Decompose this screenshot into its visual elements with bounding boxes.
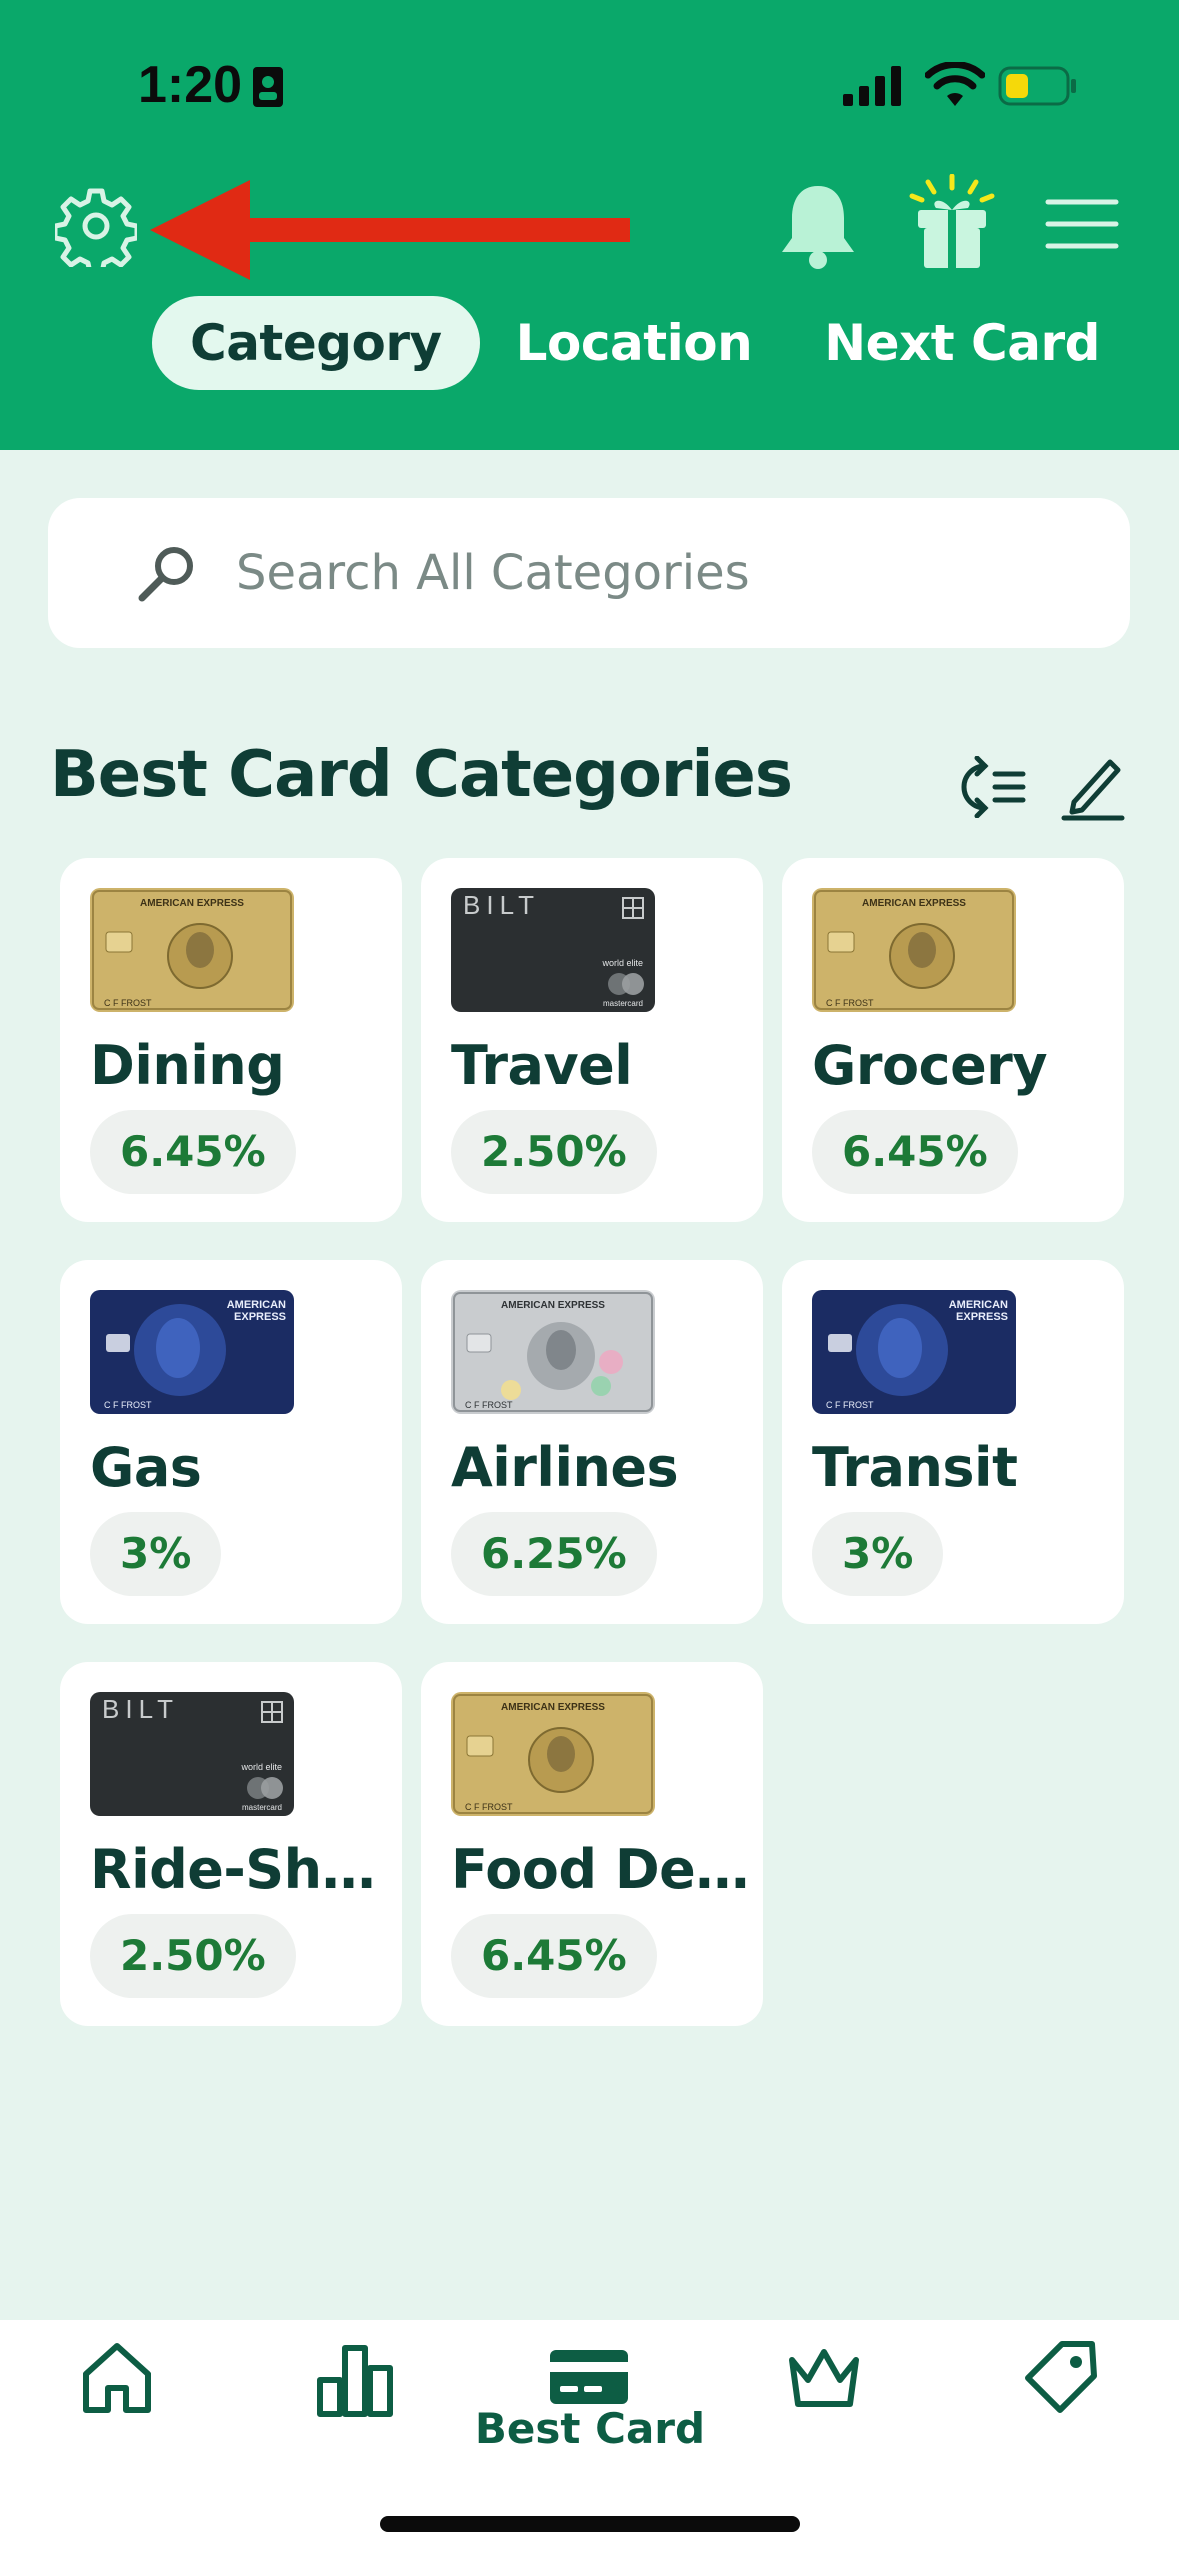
tab-location[interactable]: Location xyxy=(480,296,789,390)
credit-card-image: AMERICAN EXPRESS C F FROST xyxy=(812,1290,1016,1414)
cellular-signal-icon xyxy=(843,66,901,106)
credit-card-image: BILT world elite mastercard xyxy=(90,1692,294,1816)
status-time: 1:20 xyxy=(138,56,243,114)
svg-text:AMERICAN EXPRESS: AMERICAN EXPRESS xyxy=(501,1702,605,1713)
credit-card-icon[interactable] xyxy=(548,2348,630,2406)
reorder-list-icon[interactable] xyxy=(955,756,1027,818)
app-header: 1:20 Category Location Next Card xyxy=(0,0,1179,450)
mode-tabs: Category Location Next Card xyxy=(152,296,1136,390)
notification-bell-icon[interactable] xyxy=(776,180,860,270)
settings-gear-icon[interactable] xyxy=(55,185,137,267)
reward-rate-badge: 6.45% xyxy=(90,1110,296,1194)
category-name: Food Del… xyxy=(451,1838,751,1901)
edit-pencil-icon[interactable] xyxy=(1060,752,1126,822)
credit-card-image: AMERICAN EXPRESS C F FROST xyxy=(451,1290,655,1414)
battery-icon xyxy=(998,66,1076,106)
category-name: Airlines xyxy=(451,1436,679,1499)
reward-rate-badge: 3% xyxy=(90,1512,222,1596)
tab-category[interactable]: Category xyxy=(152,296,480,390)
svg-text:C F FROST: C F FROST xyxy=(104,1400,152,1410)
svg-text:C F FROST: C F FROST xyxy=(465,1400,513,1410)
category-tile[interactable]: AMERICAN EXPRESS C F FROST Transit 3% xyxy=(782,1260,1124,1624)
credit-card-image: AMERICAN EXPRESS C F FROST xyxy=(812,888,1016,1012)
red-arrow-annotation xyxy=(150,180,630,280)
svg-text:AMERICAN EXPRESS: AMERICAN EXPRESS xyxy=(862,898,966,909)
reward-rate-badge: 2.50% xyxy=(90,1914,296,1998)
credit-card-image: AMERICAN EXPRESS C F FROST xyxy=(451,1692,655,1816)
gift-icon[interactable] xyxy=(906,174,998,270)
category-tile[interactable]: AMERICAN EXPRESS C F FROST Grocery 6.45% xyxy=(782,858,1124,1222)
section-title: Best Card Categories xyxy=(50,738,793,812)
svg-text:mastercard: mastercard xyxy=(242,1803,282,1812)
category-tile[interactable]: AMERICAN EXPRESS C F FROST Food Del… 6.45% xyxy=(421,1662,763,2026)
reward-rate-badge: 3% xyxy=(812,1512,944,1596)
category-name: Ride-Sha… xyxy=(90,1838,390,1901)
reward-rate-badge: 6.25% xyxy=(451,1512,657,1596)
category-name: Travel xyxy=(451,1034,633,1097)
credit-card-image: AMERICAN EXPRESS C F FROST xyxy=(90,888,294,1012)
svg-text:C F FROST: C F FROST xyxy=(465,1802,513,1812)
search-categories-input[interactable]: Search All Categories xyxy=(48,498,1130,648)
category-tile[interactable]: AMERICAN EXPRESS C F FROST Airlines 6.25% xyxy=(421,1260,763,1624)
svg-text:C F FROST: C F FROST xyxy=(826,1400,874,1410)
nav-best-card-label[interactable]: Best Card xyxy=(440,2404,740,2453)
svg-text:AMERICAN EXPRESS: AMERICAN EXPRESS xyxy=(501,1300,605,1311)
svg-text:world elite: world elite xyxy=(240,1762,282,1772)
tag-icon[interactable] xyxy=(1022,2338,1100,2416)
category-name: Gas xyxy=(90,1436,202,1499)
credit-card-image: AMERICAN EXPRESS C F FROST xyxy=(90,1290,294,1414)
svg-text:BILT: BILT xyxy=(102,1694,179,1724)
svg-text:EXPRESS: EXPRESS xyxy=(956,1311,1008,1323)
svg-text:C F FROST: C F FROST xyxy=(826,998,874,1008)
category-tile[interactable]: AMERICAN EXPRESS C F FROST Dining 6.45% xyxy=(60,858,402,1222)
category-name: Transit xyxy=(812,1436,1018,1499)
svg-text:AMERICAN: AMERICAN xyxy=(227,1299,286,1311)
crown-icon[interactable] xyxy=(786,2344,862,2412)
reward-rate-badge: 6.45% xyxy=(451,1914,657,1998)
category-name: Dining xyxy=(90,1034,285,1097)
svg-text:mastercard: mastercard xyxy=(603,999,643,1008)
svg-text:C F FROST: C F FROST xyxy=(104,998,152,1008)
search-icon xyxy=(138,547,193,602)
reward-rate-badge: 2.50% xyxy=(451,1110,657,1194)
svg-text:AMERICAN: AMERICAN xyxy=(949,1299,1008,1311)
home-icon[interactable] xyxy=(78,2338,156,2416)
tab-next-card[interactable]: Next Card xyxy=(788,296,1136,390)
svg-text:EXPRESS: EXPRESS xyxy=(234,1311,286,1323)
category-tile[interactable]: BILT world elite mastercard Ride-Sha… 2.50… xyxy=(60,1662,402,2026)
search-placeholder: Search All Categories xyxy=(236,545,750,601)
reward-rate-badge: 6.45% xyxy=(812,1110,1018,1194)
category-tile[interactable]: BILT world elite mastercard Travel 2.50% xyxy=(421,858,763,1222)
id-badge-icon xyxy=(253,67,283,107)
hamburger-menu-icon[interactable] xyxy=(1044,196,1120,252)
home-indicator xyxy=(380,2516,800,2532)
svg-text:world elite: world elite xyxy=(601,958,643,968)
bar-chart-icon[interactable] xyxy=(316,2340,394,2418)
category-name: Grocery xyxy=(812,1034,1048,1097)
credit-card-image: BILT world elite mastercard xyxy=(451,888,655,1012)
category-tile[interactable]: AMERICAN EXPRESS C F FROST Gas 3% xyxy=(60,1260,402,1624)
svg-text:AMERICAN EXPRESS: AMERICAN EXPRESS xyxy=(140,898,244,909)
svg-text:BILT: BILT xyxy=(463,890,540,920)
wifi-icon xyxy=(925,62,985,106)
